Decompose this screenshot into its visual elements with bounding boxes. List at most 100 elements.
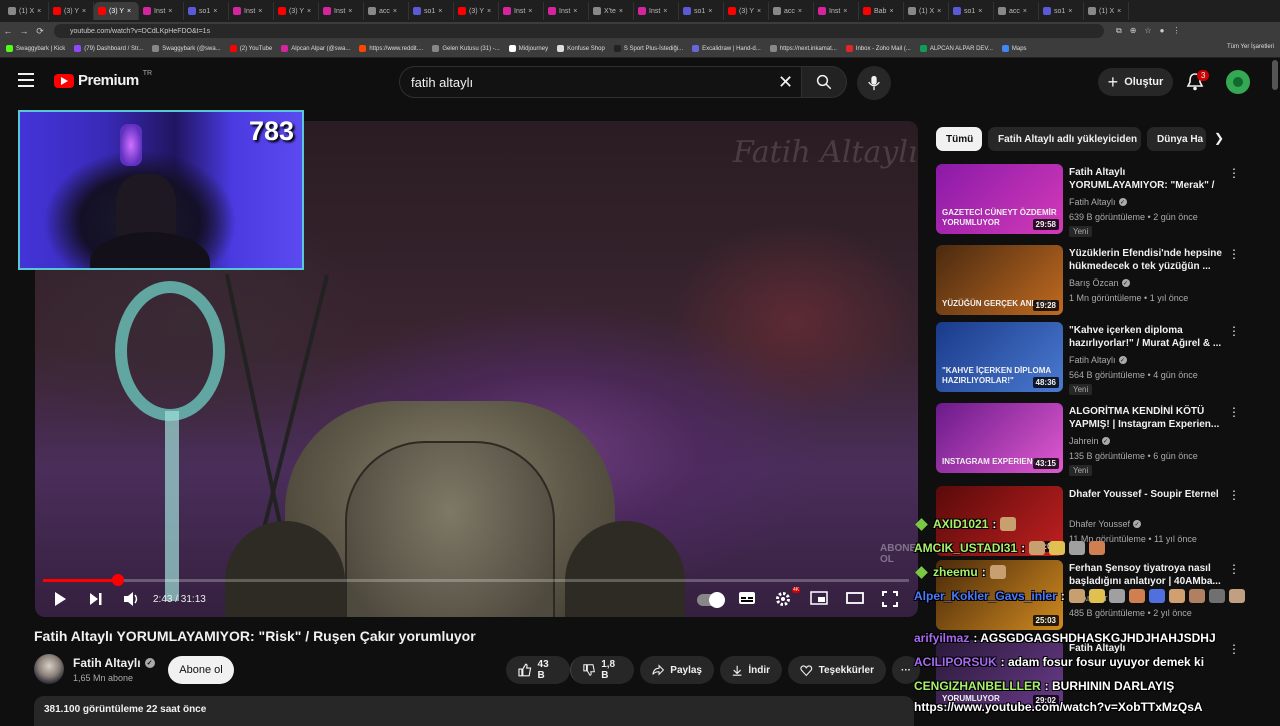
subtitles-icon[interactable] [738, 591, 756, 605]
close-tab-icon[interactable]: × [708, 8, 712, 15]
bookmark-star-icon[interactable]: ☆ [1144, 26, 1151, 36]
channel-name[interactable]: Fatih Altaylı ✓ [73, 656, 155, 670]
video-thumbnail[interactable]: "KAHVE İÇERKEN DİPLOMA HAZIRLIYORLAR!" 48… [936, 322, 1063, 392]
browser-tab[interactable]: so1 × [679, 2, 724, 20]
search-input[interactable]: fatih altaylı [399, 66, 803, 98]
browser-tab[interactable]: Inst × [229, 2, 274, 20]
bookmark-item[interactable]: ALPCAN ALPAR DEV... [919, 45, 993, 52]
video-thumbnail[interactable]: YÜZÜĞÜN GERÇEK ANLAMI 19:28 [936, 245, 1063, 315]
extension-icon[interactable]: ⧉ [1116, 26, 1122, 36]
settings-gear-icon[interactable] [775, 591, 791, 607]
video-title[interactable]: "Kahve içerken diploma hazırlıyorlar!" /… [1069, 324, 1224, 350]
browser-tab[interactable]: Inst × [319, 2, 364, 20]
close-tab-icon[interactable]: × [127, 8, 131, 15]
miniplayer-icon[interactable] [810, 591, 828, 605]
thanks-button[interactable]: Teşekkürler [788, 656, 886, 684]
bookmark-item[interactable]: (2) YouTube [229, 45, 272, 52]
more-options-icon[interactable]: ⋮ [1228, 562, 1240, 576]
bookmark-item[interactable]: Midjourney [508, 45, 548, 52]
menu-dots-icon[interactable]: ⋮ [1172, 26, 1180, 36]
close-tab-icon[interactable]: × [438, 8, 442, 15]
browser-tab[interactable]: (1) X × [4, 2, 49, 20]
bookmark-item[interactable]: (79) Dashboard / Str... [74, 45, 143, 52]
chip-world[interactable]: Dünya Ha [1147, 127, 1206, 151]
video-title[interactable]: Yüzüklerin Efendisi'nde hepsine hükmedec… [1069, 247, 1224, 273]
browser-tab[interactable]: acc × [769, 2, 814, 20]
fullscreen-icon[interactable] [882, 591, 898, 607]
autoplay-toggle[interactable] [697, 592, 725, 608]
back-icon[interactable]: ← [0, 26, 16, 36]
clear-search-icon[interactable]: ✕ [778, 72, 793, 93]
chip-all[interactable]: Tümü [936, 127, 982, 151]
bookmark-item[interactable]: Inbox - Zoho Mail (... [845, 45, 911, 52]
chip-from-uploader[interactable]: Fatih Altaylı adlı yükleyiciden [988, 127, 1141, 151]
video-title[interactable]: Fatih Altaylı YORUMLAYAMIYOR: "Merak" / … [1069, 166, 1224, 193]
menu-icon[interactable] [18, 73, 34, 87]
browser-tab[interactable]: acc × [994, 2, 1039, 20]
browser-tab[interactable]: Inst × [814, 2, 859, 20]
browser-tab[interactable]: (3) Y × [274, 2, 319, 20]
close-tab-icon[interactable]: × [37, 8, 41, 15]
theater-mode-icon[interactable] [846, 591, 864, 605]
browser-tab[interactable]: so1 × [184, 2, 229, 20]
browser-tab[interactable]: Inst × [139, 2, 184, 20]
browser-tab[interactable]: (3) Y × [49, 2, 94, 20]
forward-icon[interactable]: → [16, 26, 32, 36]
close-tab-icon[interactable]: × [348, 8, 352, 15]
close-tab-icon[interactable]: × [528, 8, 532, 15]
more-options-icon[interactable]: ⋮ [1228, 166, 1240, 180]
close-tab-icon[interactable]: × [978, 8, 982, 15]
channel-avatar[interactable] [34, 654, 64, 684]
bookmark-item[interactable]: Alpcan Alpar (@swa... [281, 45, 350, 52]
download-button[interactable]: İndir [720, 656, 782, 684]
browser-tab[interactable]: so1 × [1039, 2, 1084, 20]
play-icon[interactable] [53, 591, 67, 607]
video-thumbnail[interactable]: INSTAGRAM EXPERIENCE 43:15 [936, 403, 1063, 473]
share-button[interactable]: Paylaş [640, 656, 714, 684]
browser-tab[interactable]: (1) X × [904, 2, 949, 20]
url-input[interactable]: youtube.com/watch?v=DCdLKpHeFDO&t=1s [54, 24, 1104, 38]
bookmark-item[interactable]: Maps [1001, 45, 1027, 52]
next-video-icon[interactable] [89, 591, 103, 607]
close-tab-icon[interactable]: × [889, 8, 893, 15]
close-tab-icon[interactable]: × [393, 8, 397, 15]
more-options-icon[interactable]: ⋮ [1228, 247, 1240, 261]
bookmark-item[interactable]: Konfuse Shop [557, 45, 605, 52]
more-options-icon[interactable]: ⋮ [1228, 405, 1240, 419]
browser-tab[interactable]: Inst × [544, 2, 589, 20]
dislike-button[interactable]: 1,8 B [570, 656, 634, 684]
more-options-icon[interactable]: ⋮ [1228, 324, 1240, 338]
close-tab-icon[interactable]: × [757, 8, 761, 15]
more-options-icon[interactable]: ⋮ [1228, 642, 1240, 656]
youtube-premium-logo[interactable]: Premium TR [54, 70, 152, 89]
browser-tab[interactable]: so1 × [949, 2, 994, 20]
browser-tab[interactable]: so1 × [409, 2, 454, 20]
close-tab-icon[interactable]: × [1117, 8, 1121, 15]
browser-tab[interactable]: Inst × [499, 2, 544, 20]
bookmark-item[interactable]: https://www.reddit.... [359, 45, 423, 52]
bookmark-item[interactable]: S Sport Plus-İstediği... [613, 45, 683, 52]
close-tab-icon[interactable]: × [307, 8, 311, 15]
close-tab-icon[interactable]: × [619, 8, 623, 15]
close-tab-icon[interactable]: × [663, 8, 667, 15]
search-button[interactable] [801, 66, 847, 98]
close-tab-icon[interactable]: × [168, 8, 172, 15]
browser-tab[interactable]: Bab × [859, 2, 904, 20]
close-tab-icon[interactable]: × [213, 8, 217, 15]
close-tab-icon[interactable]: × [258, 8, 262, 15]
close-tab-icon[interactable]: × [798, 8, 802, 15]
more-options-icon[interactable]: ⋮ [1228, 488, 1240, 502]
close-tab-icon[interactable]: × [937, 8, 941, 15]
progress-bar[interactable] [43, 574, 909, 586]
recommended-video[interactable]: INSTAGRAM EXPERIENCE 43:15 ALGORİTMA KENDİ… [936, 403, 1266, 476]
create-button[interactable]: + Oluştur [1098, 68, 1173, 96]
video-title[interactable]: Ferhan Şensoy tiyatroya nasıl başladığın… [1069, 562, 1224, 588]
reload-icon[interactable]: ⟳ [32, 26, 48, 37]
browser-tab[interactable]: acc × [364, 2, 409, 20]
scrubber-handle[interactable] [112, 574, 125, 586]
bookmark-item[interactable]: https://next.inkamat... [769, 45, 837, 52]
page-scrollbar[interactable] [1272, 60, 1278, 90]
chevron-right-icon[interactable]: ❯ [1214, 131, 1224, 145]
recommended-video[interactable]: "KAHVE İÇERKEN DİPLOMA HAZIRLIYORLAR!" 48… [936, 322, 1266, 395]
close-tab-icon[interactable]: × [82, 8, 86, 15]
